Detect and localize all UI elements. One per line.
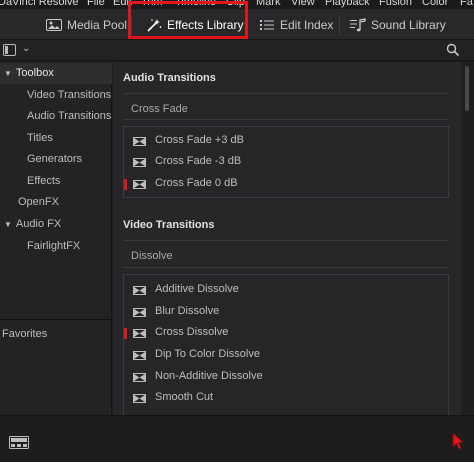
section-title-audio-transitions: Audio Transitions [123,72,216,84]
effect-item-label: Smooth Cut [155,391,214,403]
expand-triangle-icon: ▼ [4,69,12,78]
effect-item-dip-to-color-dissolve[interactable]: Dip To Color Dissolve [124,345,448,366]
effect-item-label: Non-Additive Dissolve [155,370,263,382]
menu-playback[interactable]: Playback [325,0,370,9]
scrollbar-thumb[interactable] [465,66,469,111]
sound-library-label: Sound Library [371,18,446,32]
effect-item-label: Cross Fade +3 dB [155,134,244,146]
menu-fusion[interactable]: Fusion [379,0,412,9]
sidebar-item-label: OpenFX [18,196,59,208]
default-transition-marker [124,328,127,339]
default-transition-marker [124,179,127,190]
sidebar-item-openfx[interactable]: OpenFX [18,196,59,208]
panel-layout-icon[interactable] [3,44,16,56]
group-divider [123,93,449,94]
group-divider [123,119,449,120]
sidebar-item-fairlightfx[interactable]: FairlightFX [27,240,80,252]
effect-item-additive-dissolve[interactable]: Additive Dissolve [124,280,448,301]
edit-index-label: Edit Index [280,18,334,32]
effect-item-non-additive-dissolve[interactable]: Non-Additive Dissolve [124,367,448,388]
effect-item-label: Additive Dissolve [155,283,239,295]
menu-color[interactable]: Color [422,0,448,9]
effect-item-cross-dissolve[interactable]: Cross Dissolve [124,323,448,344]
menu-fairlight[interactable]: Fa [460,0,473,9]
transition-icon [133,373,146,382]
sidebar-item-video-transitions[interactable]: Video Transitions [27,89,111,101]
sidebar-item-audio-transitions[interactable]: Audio Transitions [27,110,111,122]
media-pool-icon [46,18,62,32]
group-title-dissolve: Dissolve [131,250,173,262]
music-note-icon [350,18,366,32]
transition-icon [133,180,146,189]
effect-item-label: Blur Dissolve [155,305,220,317]
section-title-video-transitions: Video Transitions [123,219,215,231]
menu-file[interactable]: File [87,0,105,9]
effect-item-label: Cross Fade 0 dB [155,177,238,189]
search-icon[interactable] [446,43,460,57]
effects-content-panel: Audio Transitions Cross Fade Cross Fade … [113,62,461,415]
media-pool-label: Media Pool [67,18,128,32]
transition-icon [133,137,146,146]
sidebar-item-titles[interactable]: Titles [27,132,53,144]
transition-icon [133,329,146,338]
media-pool-button[interactable]: Media Pool [46,12,127,38]
sidebar-item-label: Audio FX [15,218,62,230]
group-divider [123,267,449,268]
transition-icon [133,158,146,167]
sidebar-item-audio-fx[interactable]: ▼ Audio FX [4,218,61,230]
mouse-cursor-icon [452,432,464,450]
list-icon [259,18,275,32]
video-transition-list: Additive Dissolve Blur Dissolve Cross Di… [123,274,449,415]
sidebar-item-favorites[interactable]: Favorites [2,328,47,340]
content-scrollbar[interactable] [461,62,474,415]
sound-library-button[interactable]: Sound Library [350,12,446,38]
audio-transition-list: Cross Fade +3 dB Cross Fade -3 dB Cross … [123,126,449,198]
group-divider [123,240,449,241]
effect-item-label: Cross Fade -3 dB [155,155,242,167]
expand-triangle-icon: ▼ [4,220,12,229]
transition-icon [133,286,146,295]
menu-mark[interactable]: Mark [256,0,280,9]
effect-item-smooth-cut[interactable]: Smooth Cut [124,388,448,409]
effect-item-blur-dissolve[interactable]: Blur Dissolve [124,302,448,323]
chevron-down-icon[interactable]: ⌄ [22,43,30,54]
toolbar-separator [339,15,340,35]
effect-item-label: Cross Dissolve [155,326,229,338]
transition-icon [133,394,146,403]
effect-item-label: Dip To Color Dissolve [155,348,260,360]
transition-icon [133,351,146,360]
sidebar-divider [0,319,112,320]
sidebar-item-label: Toolbox [15,67,54,79]
edit-index-button[interactable]: Edit Index [259,12,333,38]
workspace-layout-icon[interactable] [9,436,29,449]
effect-item-cross-fade-0db[interactable]: Cross Fade 0 dB [124,174,448,195]
transition-icon [133,308,146,317]
sidebar-item-generators[interactable]: Generators [27,153,82,165]
sidebar-item-toolbox[interactable]: ▼ Toolbox [4,67,54,79]
group-title-cross-fade: Cross Fade [131,103,188,115]
panel-header-bar: ⌄ [0,40,474,61]
effects-sidebar: ▼ Toolbox Video Transitions Audio Transit… [0,62,112,415]
sidebar-item-effects[interactable]: Effects [27,175,60,187]
effects-library-highlight [128,1,248,39]
menu-davinci-resolve[interactable]: DaVinci Resolve [0,0,79,9]
bottom-bar [0,415,474,462]
effect-item-cross-fade-minus3[interactable]: Cross Fade -3 dB [124,152,448,173]
menu-view[interactable]: View [291,0,315,9]
effect-item-cross-fade-plus3[interactable]: Cross Fade +3 dB [124,131,448,152]
